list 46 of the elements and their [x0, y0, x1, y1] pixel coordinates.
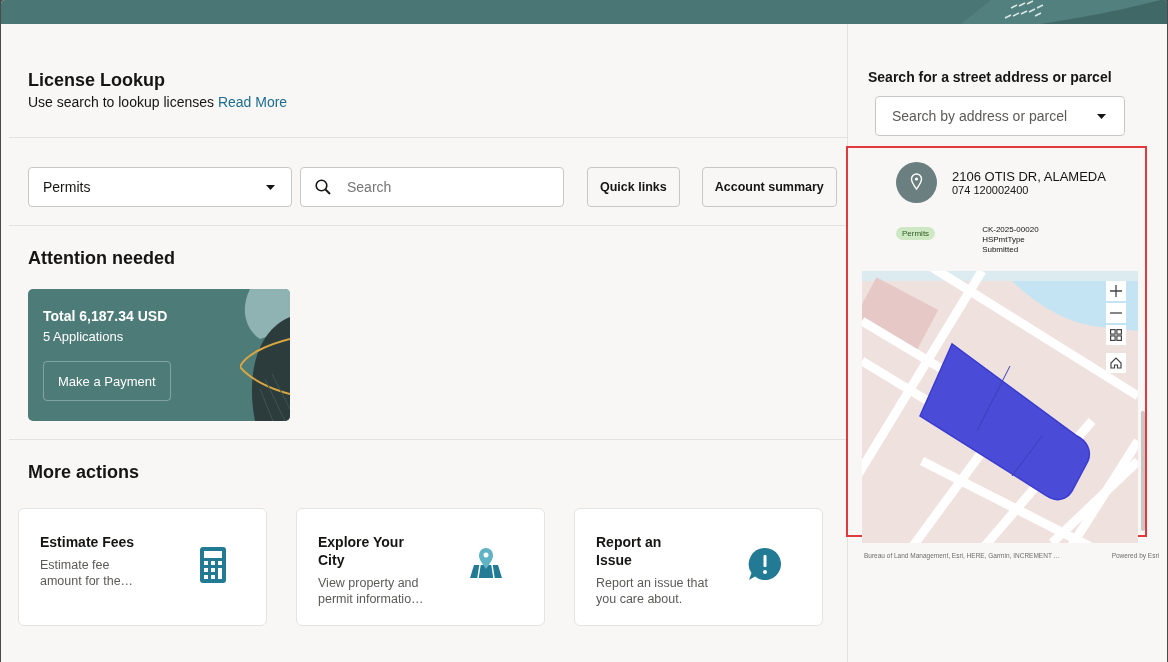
zoom-out-button[interactable] [1106, 303, 1126, 323]
card-title: Report an Issue [596, 533, 663, 569]
map-drawing[interactable] [862, 271, 1138, 543]
zoom-in-button[interactable] [1106, 281, 1126, 301]
search-field[interactable]: Search [300, 167, 564, 207]
plus-icon [1110, 285, 1122, 297]
parcel-address: 2106 OTIS DR, ALAMEDA [952, 168, 1106, 184]
page-title: License Lookup [28, 69, 167, 92]
action-card[interactable]: Report an Issue Report an issue that you care about. [574, 508, 823, 626]
home-button[interactable] [1106, 353, 1126, 373]
home-icon [1110, 357, 1122, 369]
minus-icon [1110, 312, 1122, 314]
action-card[interactable]: Explore Your City View property and permit informatio… [296, 508, 545, 626]
record-detail: CK-2025-00020 [982, 225, 1039, 235]
record-detail: HSPmtType [982, 235, 1026, 245]
caret-icon [266, 184, 275, 190]
record-detail: Submitted [982, 245, 1020, 255]
total-amount: Total 6,187.34 USD [43, 307, 169, 325]
account-summary-button[interactable]: Account summary [701, 167, 837, 207]
make-payment-button[interactable]: Make a Payment [43, 361, 171, 401]
quick-links-button[interactable]: Quick links [587, 167, 680, 207]
scrollbar[interactable] [1141, 411, 1145, 531]
basemap-button[interactable] [1106, 325, 1126, 345]
card-title: Explore Your City [318, 533, 405, 569]
section-title: More actions [28, 461, 141, 484]
card-title: Estimate Fees [40, 533, 136, 551]
page-subtitle: Use search to lookup licenses [28, 94, 214, 110]
section-title: Attention needed [28, 247, 176, 270]
panel-title: Search for a street address or parcel [867, 68, 1113, 86]
parcel-number: 074 120002400 [952, 183, 1030, 197]
action-card[interactable]: Estimate Fees Estimate fee amount for the… [18, 508, 267, 626]
calculator-icon [200, 547, 226, 583]
read-more-link[interactable]: Read More [217, 94, 288, 110]
location-avatar-icon [896, 162, 937, 203]
card-description: View property and permit informatio… [318, 575, 425, 607]
card-description: Estimate fee amount for the… [40, 557, 135, 589]
search-icon [315, 179, 331, 195]
map-pin-icon [468, 547, 504, 579]
grid-icon [1110, 329, 1122, 341]
card-description: Report an issue that you care about. [596, 575, 708, 607]
applications-count: 5 Applications [43, 329, 125, 344]
address-search-dropdown[interactable]: Search by address or parcel [875, 96, 1125, 136]
caret-icon [1097, 113, 1106, 119]
record-type-tag: Permits [896, 227, 936, 240]
category-dropdown[interactable]: Permits [28, 167, 292, 207]
alert-bubble-icon [748, 547, 782, 581]
